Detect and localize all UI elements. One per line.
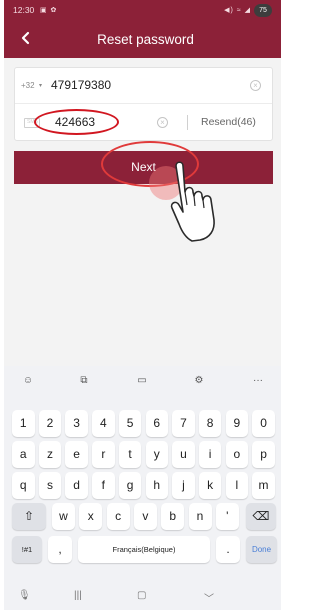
chevron-down-icon[interactable]: ▾ <box>39 82 42 89</box>
key-1[interactable]: x <box>79 503 103 530</box>
resend-button[interactable]: Resend(46) <box>201 116 256 128</box>
key-y[interactable]: y <box>145 441 168 468</box>
key-i[interactable]: i <box>198 441 222 468</box>
key-q[interactable]: q <box>12 472 35 499</box>
system-nav-bar: 🎙 ||| ▢ ﹀ <box>4 582 281 610</box>
done-key[interactable]: Done <box>246 536 277 563</box>
key-2[interactable]: c <box>106 503 130 530</box>
keyboard-toolbar: ☺ ⧉ ▭ ⚙ ··· <box>4 366 281 396</box>
comma-key[interactable]: , <box>48 536 72 563</box>
status-right-icons: ◀) ≈ ◢ <box>224 7 251 14</box>
keyboard: ☺ ⧉ ▭ ⚙ ··· 1234567890 azertyuiop qsdfghjk… <box>4 366 281 610</box>
space-key[interactable]: Français(Belgique) <box>78 536 210 563</box>
key-r[interactable]: r <box>92 441 115 468</box>
key-6[interactable]: ' <box>215 503 239 530</box>
key-6[interactable]: 6 <box>145 410 168 437</box>
key-s[interactable]: s <box>38 472 62 499</box>
key-p[interactable]: p <box>252 441 275 468</box>
shift-key[interactable]: ⇧ <box>12 503 46 530</box>
translate-icon[interactable]: ⧉ <box>76 374 92 388</box>
battery-icon: 75 <box>254 4 272 17</box>
key-4[interactable]: 4 <box>92 410 115 437</box>
status-bar: 12:30 ▣ ✿ ◀) ≈ ◢ 75 <box>4 0 281 22</box>
key-m[interactable]: m <box>252 472 275 499</box>
key-f[interactable]: f <box>92 472 115 499</box>
code-row: SMS 424663 × Resend(46) <box>15 105 272 141</box>
key-t[interactable]: t <box>118 441 142 468</box>
key-5[interactable]: n <box>188 503 212 530</box>
key-9[interactable]: 9 <box>225 410 249 437</box>
mic-icon[interactable]: 🎙 <box>18 590 31 601</box>
settings-icon[interactable]: ⚙ <box>191 374 207 388</box>
reset-form: +32 ▾ 479179380 × SMS 424663 × Resend(46… <box>14 67 273 141</box>
back-nav-icon[interactable]: ﹀ <box>204 590 214 605</box>
phone-screen: 12:30 ▣ ✿ ◀) ≈ ◢ 75 Reset password +32 ▾… <box>4 0 281 610</box>
backspace-key[interactable]: ⌫ <box>246 503 276 530</box>
key-0[interactable]: 0 <box>252 410 275 437</box>
key-3[interactable]: v <box>133 503 157 530</box>
status-left-icons: ▣ ✿ <box>40 7 58 14</box>
key-7[interactable]: 7 <box>172 410 195 437</box>
key-4[interactable]: b <box>161 503 185 530</box>
key-l[interactable]: l <box>225 472 249 499</box>
key-d[interactable]: d <box>65 472 88 499</box>
phone-input[interactable]: 479179380 <box>51 78 111 92</box>
key-h[interactable]: h <box>145 472 168 499</box>
status-time: 12:30 <box>13 5 35 15</box>
home-icon[interactable]: ▢ <box>137 590 146 601</box>
more-icon[interactable]: ··· <box>250 374 266 388</box>
divider <box>187 115 188 130</box>
period-key[interactable]: . <box>216 536 240 563</box>
app-header: 12:30 ▣ ✿ ◀) ≈ ◢ 75 Reset password <box>4 0 281 58</box>
key-2[interactable]: 2 <box>38 410 62 437</box>
phone-row: +32 ▾ 479179380 × <box>15 68 272 104</box>
key-g[interactable]: g <box>118 472 142 499</box>
emoji-icon[interactable]: ☺ <box>20 374 36 388</box>
key-z[interactable]: z <box>38 441 62 468</box>
key-1[interactable]: 1 <box>12 410 35 437</box>
code-annotation-circle <box>34 109 119 135</box>
symbols-key[interactable]: !#1 <box>12 536 42 563</box>
key-a[interactable]: a <box>12 441 35 468</box>
key-k[interactable]: k <box>198 472 222 499</box>
pointing-hand-icon <box>170 161 215 242</box>
key-0[interactable]: w <box>52 503 75 530</box>
key-j[interactable]: j <box>172 472 195 499</box>
country-code-select[interactable]: +32 <box>21 81 35 90</box>
page-title: Reset password <box>97 32 194 47</box>
recent-apps-icon[interactable]: ||| <box>74 590 82 601</box>
key-3[interactable]: 3 <box>65 410 88 437</box>
key-u[interactable]: u <box>172 441 195 468</box>
key-o[interactable]: o <box>225 441 249 468</box>
key-8[interactable]: 8 <box>198 410 222 437</box>
clear-phone-icon[interactable]: × <box>250 80 261 91</box>
key-5[interactable]: 5 <box>118 410 142 437</box>
clear-code-icon[interactable]: × <box>157 117 168 128</box>
clipboard-icon[interactable]: ▭ <box>134 374 150 388</box>
key-e[interactable]: e <box>65 441 88 468</box>
